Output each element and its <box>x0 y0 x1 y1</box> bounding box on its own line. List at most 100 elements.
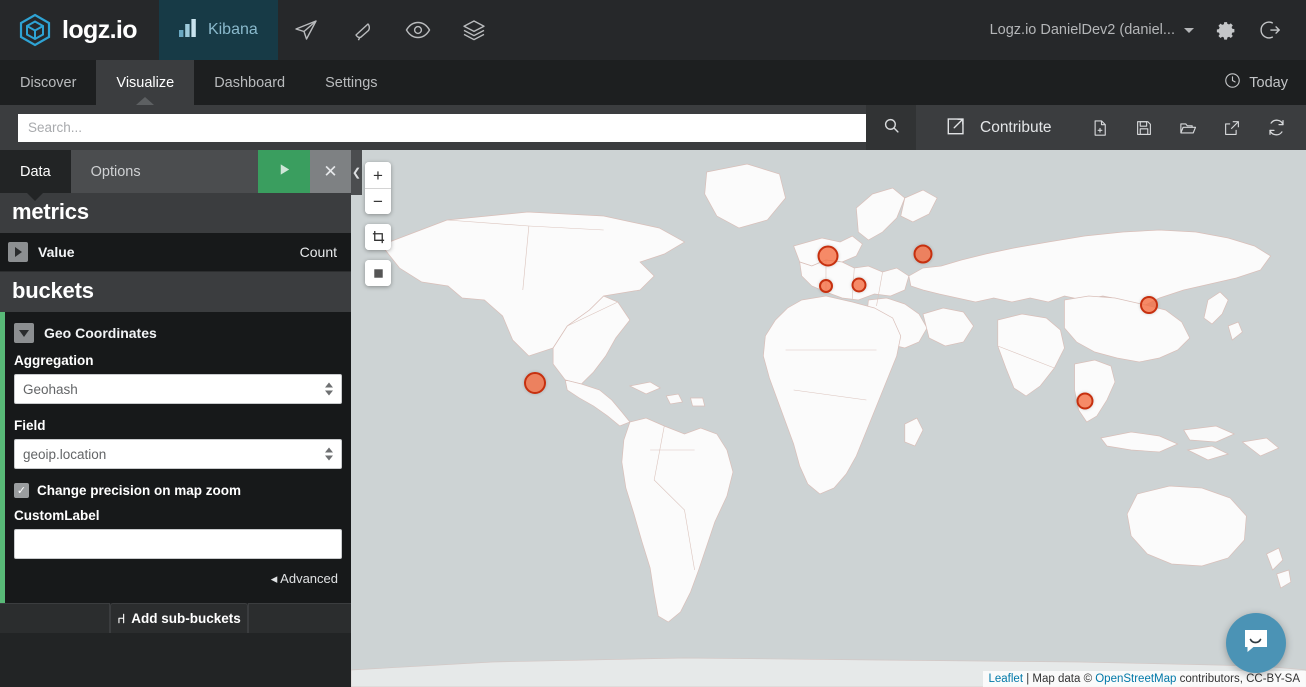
checkbox-checked-icon[interactable]: ✓ <box>14 483 29 498</box>
marker-uk[interactable] <box>817 246 838 267</box>
tile-map-visualization[interactable]: + − Leaflet | Map <box>351 150 1306 687</box>
product-tab-label: Kibana <box>208 21 258 39</box>
brand-logo-link[interactable]: logz.io <box>0 0 159 60</box>
draw-rectangle-control-group <box>365 260 391 286</box>
add-subbuckets-button[interactable]: ⑁ Add sub-buckets <box>110 603 248 633</box>
add-subbuckets-strip: ⑁ Add sub-buckets <box>0 603 351 633</box>
contribute-label: Contribute <box>980 119 1052 137</box>
field-select-wrap: geoip.location <box>14 439 342 469</box>
close-x-icon: ✕ <box>323 162 337 182</box>
marker-east-china[interactable] <box>1140 296 1158 314</box>
bucket-name: Geo Coordinates <box>44 325 157 341</box>
topbar-right-group: Logz.io DanielDev2 (daniel... <box>982 0 1306 60</box>
attribution-data-label: Map data © <box>1032 673 1095 685</box>
editor-tab-data[interactable]: Data <box>0 150 71 193</box>
tab-strip-spacer <box>161 150 258 193</box>
chat-launcher-button[interactable] <box>1226 613 1286 673</box>
account-label: Logz.io DanielDev2 (daniel... <box>990 22 1175 38</box>
nav-tab-discover[interactable]: Discover <box>0 60 96 105</box>
logzio-cube-icon <box>18 13 52 47</box>
custom-label-input[interactable] <box>14 529 342 559</box>
discard-changes-button[interactable]: ✕ <box>310 150 351 193</box>
open-folder-icon[interactable] <box>1166 105 1210 150</box>
attribution-suffix: contributors, CC-BY-SA <box>1176 673 1300 685</box>
marker-southeast-asia[interactable] <box>1077 393 1094 410</box>
triangle-right-icon[interactable] <box>8 242 28 262</box>
workspace: Data Options ✕ ❮ metrics Value Count <box>0 150 1306 687</box>
aggregation-field-label: Aggregation <box>14 353 342 368</box>
editor-tab-label: Options <box>91 164 141 180</box>
contribute-button[interactable]: Contribute <box>946 114 1052 141</box>
field-select[interactable]: geoip.location <box>14 439 342 469</box>
world-map-layer <box>351 150 1306 687</box>
custom-label-label: CustomLabel <box>14 508 342 523</box>
map-attribution: Leaflet | Map data © OpenStreetMap contr… <box>983 671 1306 687</box>
leaflet-link[interactable]: Leaflet <box>989 673 1024 685</box>
metrics-section-title: metrics <box>0 193 351 233</box>
paper-plane-icon[interactable] <box>278 0 334 60</box>
sign-out-icon[interactable] <box>1250 0 1290 60</box>
change-precision-label: Change precision on map zoom <box>37 483 241 498</box>
nav-tab-label: Visualize <box>116 75 174 91</box>
chevron-down-icon <box>1184 28 1194 33</box>
top-brand-bar: logz.io Kibana <box>0 0 1306 60</box>
play-triangle-icon <box>277 162 292 182</box>
square-filled-icon[interactable] <box>365 260 391 286</box>
sidebar-collapse-button[interactable]: ❮ <box>351 150 362 195</box>
save-icon[interactable] <box>1122 105 1166 150</box>
metric-row-value[interactable]: Value Count <box>0 233 351 272</box>
nav-tab-settings[interactable]: Settings <box>305 60 397 105</box>
external-window-icon <box>946 114 968 141</box>
marker-france[interactable] <box>819 279 833 293</box>
search-submit-button[interactable] <box>866 105 916 150</box>
search-input[interactable] <box>18 114 866 142</box>
triangle-left-icon: ◂ <box>271 571 280 586</box>
marker-ukraine[interactable] <box>914 245 933 264</box>
clock-icon <box>1224 72 1241 93</box>
product-tab-kibana[interactable]: Kibana <box>159 0 278 60</box>
zoom-out-button[interactable]: − <box>365 188 391 214</box>
main-nav-tabs: Discover Visualize Dashboard Settings To… <box>0 60 1306 105</box>
triangle-down-icon[interactable] <box>14 323 34 343</box>
marker-mexico[interactable] <box>524 372 546 394</box>
nav-tab-label: Discover <box>20 75 76 91</box>
bar-chart-icon <box>179 19 199 42</box>
layers-icon[interactable] <box>446 0 502 60</box>
new-document-icon[interactable] <box>1078 105 1122 150</box>
editor-tab-options[interactable]: Options <box>71 150 161 193</box>
add-subbuckets-label: Add sub-buckets <box>131 611 241 626</box>
change-precision-checkbox-row[interactable]: ✓ Change precision on map zoom <box>14 483 342 498</box>
search-icon <box>883 117 900 139</box>
gear-icon[interactable] <box>1206 0 1246 60</box>
bucket-editor-geo-coordinates: Geo Coordinates Aggregation Geohash Fiel… <box>0 312 351 603</box>
advanced-toggle[interactable]: ◂ Advanced <box>14 559 342 591</box>
nav-tab-visualize[interactable]: Visualize <box>96 60 194 105</box>
account-menu[interactable]: Logz.io DanielDev2 (daniel... <box>982 22 1202 38</box>
editor-tab-strip: Data Options ✕ <box>0 150 351 193</box>
bucket-header[interactable]: Geo Coordinates <box>14 323 342 343</box>
marker-central-europe[interactable] <box>852 278 867 293</box>
metric-label: Value <box>38 244 75 260</box>
zoom-control-group: + − <box>365 162 391 214</box>
time-picker[interactable]: Today <box>1206 60 1306 105</box>
openstreetmap-link[interactable]: OpenStreetMap <box>1095 673 1176 685</box>
nav-tab-dashboard[interactable]: Dashboard <box>194 60 305 105</box>
crop-fit-icon[interactable] <box>365 224 391 250</box>
field-label: Field <box>14 418 342 433</box>
query-bar: Contribute <box>0 105 1306 150</box>
aggregation-select-wrap: Geohash <box>14 374 342 404</box>
refresh-icon[interactable] <box>1254 105 1298 150</box>
branch-icon: ⑁ <box>117 611 125 626</box>
aggregation-select[interactable]: Geohash <box>14 374 342 404</box>
map-controls: + − <box>365 162 391 286</box>
nav-tab-label: Dashboard <box>214 75 285 91</box>
share-icon[interactable] <box>1210 105 1254 150</box>
subbucket-strip-left <box>0 603 110 633</box>
alert-bell-icon[interactable] <box>334 0 390 60</box>
nav-tab-label: Settings <box>325 75 377 91</box>
zoom-in-button[interactable]: + <box>365 162 391 188</box>
brand-name: logz.io <box>62 16 137 45</box>
apply-changes-button[interactable] <box>258 150 310 193</box>
editor-tab-label: Data <box>20 164 51 180</box>
eye-icon[interactable] <box>390 0 446 60</box>
